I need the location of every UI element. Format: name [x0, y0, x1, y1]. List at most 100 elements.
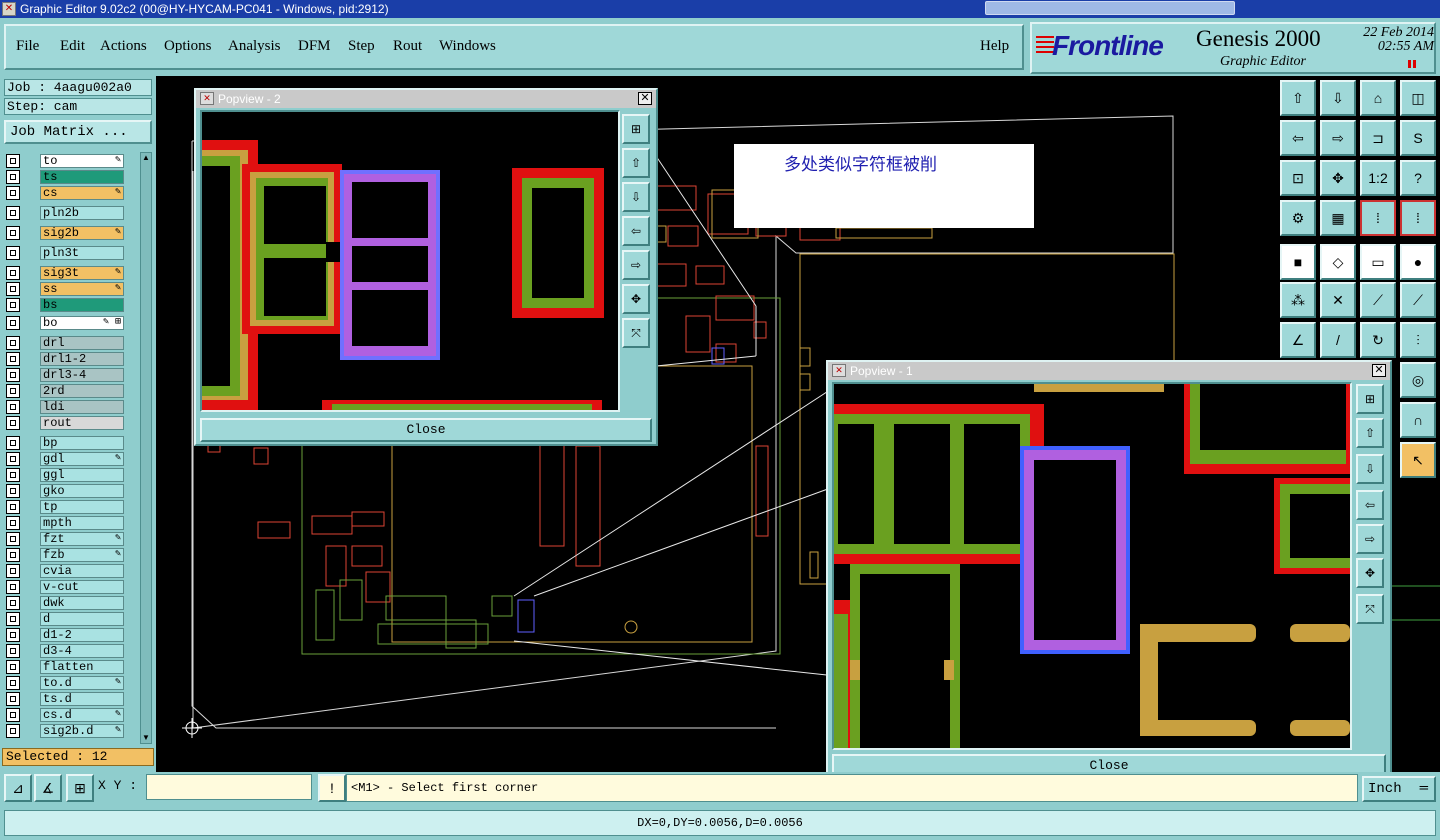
measure-icon[interactable]: ◎ [1400, 362, 1436, 398]
layer-row[interactable]: drl [4, 336, 126, 351]
redraw-icon[interactable]: S [1400, 120, 1436, 156]
layer-row[interactable]: ldi [4, 400, 126, 415]
layer-checkbox[interactable] [6, 368, 20, 382]
snap-icon[interactable]: ⊿ [4, 774, 32, 802]
pv2-zoom-fit-icon[interactable]: ⊞ [622, 114, 650, 144]
tools-icon[interactable]: ⚙ [1280, 200, 1316, 236]
layer-row[interactable]: sig2b.d ✎ [4, 724, 126, 739]
net-red-2-icon[interactable]: ⁞ [1400, 200, 1436, 236]
help-query-icon[interactable]: ? [1400, 160, 1436, 196]
pv1-pan-left-icon[interactable]: ⇦ [1356, 490, 1384, 520]
rotate-shape-icon[interactable]: ◇ [1320, 244, 1356, 280]
angle-icon[interactable]: ∠ [1280, 322, 1316, 358]
layer-checkbox[interactable] [6, 612, 20, 626]
layer-row[interactable]: pln2b [4, 206, 126, 221]
menu-windows[interactable]: Windows [439, 38, 496, 55]
split-view-icon[interactable]: ◫ [1400, 80, 1436, 116]
scroll-up-icon[interactable]: ▲ [141, 153, 151, 163]
layer-row[interactable]: d [4, 612, 126, 627]
net-red-icon[interactable]: ⁞ [1360, 200, 1396, 236]
layer-row[interactable]: cvia [4, 564, 126, 579]
pv1-zoom-fit-icon[interactable]: ⊞ [1356, 384, 1384, 414]
menu-analysis[interactable]: Analysis [228, 38, 281, 55]
layer-row[interactable]: ggl [4, 468, 126, 483]
pv2-pan-right-icon[interactable]: ⇨ [622, 250, 650, 280]
pv1-zoom-in-icon[interactable]: ✥ [1356, 558, 1384, 588]
layer-row[interactable]: sig2b ✎ [4, 226, 126, 241]
slash-icon[interactable]: / [1320, 322, 1356, 358]
layer-checkbox[interactable] [6, 154, 20, 168]
popview-1-view[interactable] [832, 382, 1352, 750]
layer-checkbox[interactable] [6, 436, 20, 450]
layer-row[interactable]: v-cut [4, 580, 126, 595]
zoom-back-icon[interactable]: ⊐ [1360, 120, 1396, 156]
home-up-icon[interactable]: ⇧ [1280, 80, 1316, 116]
layer-checkbox[interactable] [6, 352, 20, 366]
layer-checkbox[interactable] [6, 246, 20, 260]
line-node-2-icon[interactable]: ⟋ [1400, 282, 1436, 318]
layer-checkbox[interactable] [6, 692, 20, 706]
menu-step[interactable]: Step [348, 38, 375, 55]
xy-input[interactable] [146, 774, 312, 800]
layer-checkbox[interactable] [6, 596, 20, 610]
layer-row[interactable]: d1-2 [4, 628, 126, 643]
units-dropdown[interactable]: Inch ═ [1362, 776, 1436, 802]
layer-checkbox[interactable] [6, 226, 20, 240]
close-icon[interactable]: ✕ [638, 92, 652, 105]
layer-row[interactable]: tp [4, 500, 126, 515]
pv1-pan-up-icon[interactable]: ⇧ [1356, 418, 1384, 448]
menu-rout[interactable]: Rout [393, 38, 422, 55]
layer-row[interactable]: dwk [4, 596, 126, 611]
pv2-pan-up-icon[interactable]: ⇧ [622, 148, 650, 178]
layer-checkbox[interactable] [6, 468, 20, 482]
layer-checkbox[interactable] [6, 316, 20, 330]
layer-row[interactable]: to ✎ [4, 154, 126, 169]
popview-2-view[interactable] [200, 110, 620, 412]
menu-actions[interactable]: Actions [100, 38, 147, 55]
layer-row[interactable]: sig3t ✎ [4, 266, 126, 281]
layer-row[interactable]: drl3-4 [4, 368, 126, 383]
layer-checkbox[interactable] [6, 724, 20, 738]
layer-checkbox[interactable] [6, 452, 20, 466]
layer-checkbox[interactable] [6, 676, 20, 690]
route-select-icon[interactable]: ↖ [1400, 442, 1436, 478]
arc-icon[interactable]: ↻ [1360, 322, 1396, 358]
ruler-icon[interactable]: ▭ [1360, 244, 1396, 280]
pan-right-icon[interactable]: ⇨ [1320, 120, 1356, 156]
layer-checkbox[interactable] [6, 660, 20, 674]
layer-row[interactable]: gdl ✎ [4, 452, 126, 467]
scroll-down-icon[interactable]: ▼ [141, 733, 151, 743]
layer-checkbox[interactable] [6, 416, 20, 430]
pv2-pan-down-icon[interactable]: ⇩ [622, 182, 650, 212]
layer-row[interactable]: 2rd [4, 384, 126, 399]
layer-row[interactable]: mpth [4, 516, 126, 531]
layer-row[interactable]: bp [4, 436, 126, 451]
title-bar-controls[interactable] [985, 1, 1235, 15]
home-down-icon[interactable]: ⇩ [1320, 80, 1356, 116]
popview-2-close-button[interactable]: Close [200, 418, 652, 442]
pv2-zoom-in-icon[interactable]: ✥ [622, 284, 650, 314]
layer-checkbox[interactable] [6, 298, 20, 312]
layer-checkbox[interactable] [6, 282, 20, 296]
select-pad-icon[interactable]: ■ [1280, 244, 1316, 280]
layer-row[interactable]: drl1-2 [4, 352, 126, 367]
job-matrix-button[interactable]: Job Matrix ... [4, 120, 152, 144]
pan-left-icon[interactable]: ⇦ [1280, 120, 1316, 156]
layer-checkbox[interactable] [6, 532, 20, 546]
pv1-pan-right-icon[interactable]: ⇨ [1356, 524, 1384, 554]
zoom-move-icon[interactable]: ✥ [1320, 160, 1356, 196]
layer-checkbox[interactable] [6, 186, 20, 200]
grid-snap-icon[interactable]: ⊞ [66, 774, 94, 802]
cross-select-icon[interactable]: ✕ [1320, 282, 1356, 318]
layer-row[interactable]: pln3t [4, 246, 126, 261]
house-icon[interactable]: ⌂ [1360, 80, 1396, 116]
pv2-zoom-out-icon[interactable]: ⤧ [622, 318, 650, 348]
layer-checkbox[interactable] [6, 266, 20, 280]
layer-checkbox[interactable] [6, 548, 20, 562]
zoom-fit-icon[interactable]: ⊡ [1280, 160, 1316, 196]
layer-row[interactable]: bs [4, 298, 126, 313]
connect-nodes-icon[interactable]: ⁂ [1280, 282, 1316, 318]
layer-checkbox[interactable] [6, 564, 20, 578]
layer-checkbox[interactable] [6, 206, 20, 220]
alert-icon[interactable]: ! [318, 774, 346, 802]
